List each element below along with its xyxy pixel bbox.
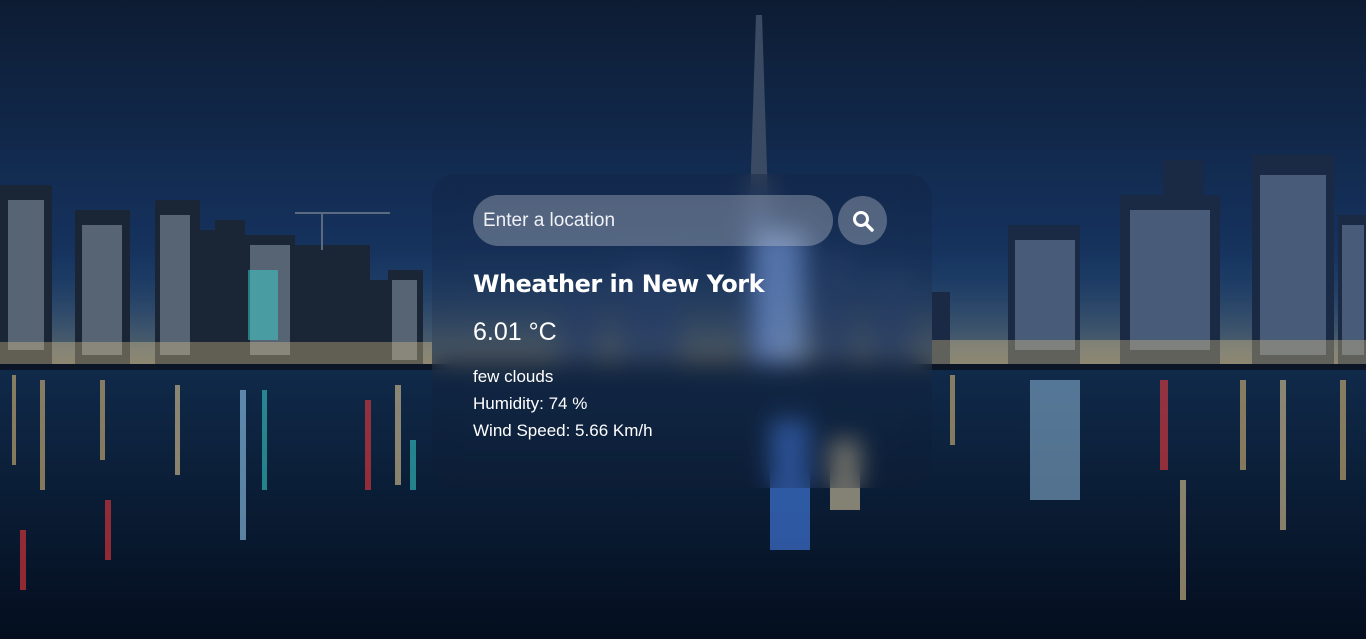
weather-location-title: Wheather in New York	[473, 270, 765, 298]
search-icon	[852, 210, 874, 232]
location-search-input[interactable]	[473, 195, 833, 246]
search-bar	[473, 195, 887, 246]
search-button[interactable]	[838, 196, 887, 245]
temperature-value: 6.01 °C	[473, 318, 557, 346]
wind-speed-text: Wind Speed: 5.66 Km/h	[473, 421, 653, 440]
weather-description: few clouds	[473, 367, 554, 386]
humidity-text: Humidity: 74 %	[473, 394, 588, 413]
